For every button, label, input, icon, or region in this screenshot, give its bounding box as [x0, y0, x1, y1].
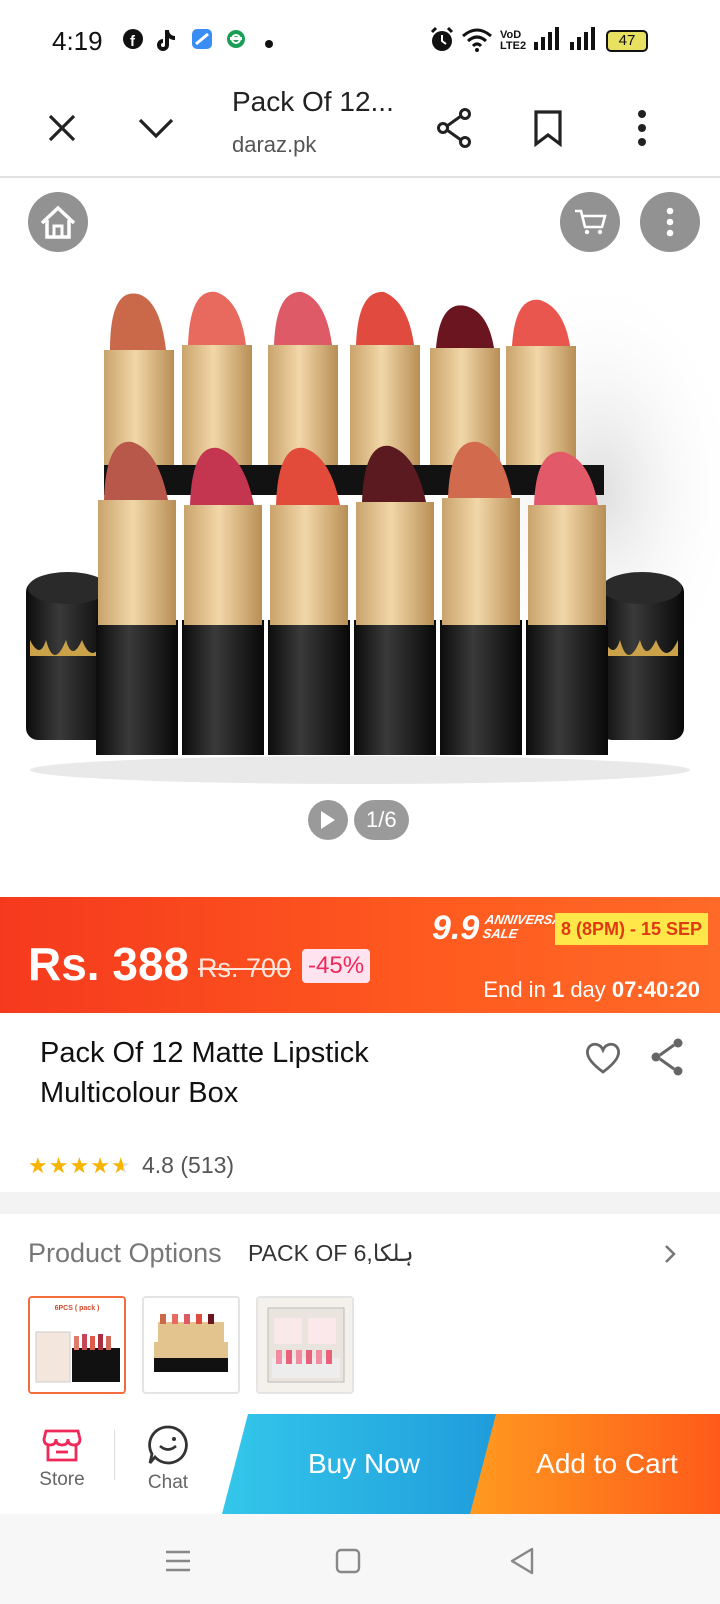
share-button[interactable]	[424, 98, 484, 158]
chat-label: Chat	[147, 1472, 189, 1493]
system-nav-bar	[0, 1514, 720, 1604]
buy-now-label: Buy Now	[307, 1448, 421, 1479]
chevron-down-icon	[138, 118, 174, 139]
countdown: End in 1 day 07:40:20	[483, 977, 700, 1003]
original-price: Rs. 700	[198, 953, 292, 983]
edge-icon	[225, 26, 247, 57]
bookmark-icon	[534, 110, 562, 147]
clock: 4:19	[52, 26, 103, 56]
discount-badge: -45%	[302, 949, 371, 983]
collapse-button[interactable]	[126, 98, 186, 158]
play-video-button[interactable]	[308, 800, 348, 840]
add-to-cart-button[interactable]: Add to Cart	[470, 1414, 720, 1514]
option-thumb-1[interactable]: 6PCS ( pack )	[28, 1296, 126, 1394]
browser-icon	[190, 26, 214, 57]
square-icon	[335, 1548, 361, 1574]
menu-icon	[166, 1550, 190, 1572]
selected-option: PACK OF 6,ہلکا	[248, 1240, 414, 1266]
product-name: Pack Of 12 Matte Lipstick Multicolour Bo…	[40, 1037, 369, 1109]
notification-dot-icon	[265, 35, 273, 53]
wifi-icon	[461, 26, 493, 59]
sale-dates: 8 (8PM) - 15 SEP	[555, 913, 709, 945]
rating-text[interactable]: 4.8 (513)	[142, 1152, 234, 1179]
option-thumb-3-image	[258, 1298, 352, 1392]
facebook-icon: f	[122, 26, 144, 57]
current-price: Rs. 388	[28, 938, 190, 990]
buy-now-button[interactable]: Buy Now	[222, 1414, 506, 1514]
option-thumb-2[interactable]	[142, 1296, 240, 1394]
countdown-time: 07:40:20	[611, 977, 700, 1002]
battery-icon: 47	[606, 30, 648, 52]
rating-stars: ★ ★ ★ ★ ★	[28, 1153, 131, 1179]
option-thumb-1-text: 6PCS ( pack )	[55, 1305, 100, 1312]
star-icon: ★	[28, 1153, 48, 1178]
gallery-more-button[interactable]	[640, 192, 700, 252]
share-icon	[437, 108, 471, 148]
browser-toolbar: Pack Of 12... daraz.pk	[0, 80, 720, 178]
product-share-button[interactable]	[648, 1037, 686, 1082]
signal-1-icon	[532, 26, 562, 57]
chat-icon	[148, 1425, 188, 1465]
section-divider	[0, 1192, 720, 1214]
star-half-icon: ★	[110, 1153, 131, 1178]
tiktok-icon	[156, 26, 178, 57]
more-vertical-icon	[638, 110, 646, 146]
home-icon	[40, 205, 76, 239]
add-to-cart-label: Add to Cart	[536, 1448, 678, 1479]
home-nav-button[interactable]	[323, 1536, 373, 1586]
signal-2-icon	[568, 26, 598, 57]
cart-button[interactable]	[560, 192, 620, 252]
action-bar: Store Chat Buy Now Add to Cart	[0, 1404, 720, 1514]
store-icon	[42, 1429, 82, 1462]
back-nav-button[interactable]	[497, 1536, 547, 1586]
more-menu-button[interactable]	[612, 98, 672, 158]
countdown-days: 1	[551, 977, 565, 1002]
home-button[interactable]	[28, 192, 88, 252]
star-icon: ★	[90, 1153, 110, 1178]
play-icon	[321, 811, 335, 829]
price-banner: Rs. 388 Rs. 700 -45% 9.9 ANNIVERSARY SALE…	[0, 897, 720, 1013]
countdown-prefix: End in	[483, 977, 546, 1002]
heart-icon	[585, 1042, 621, 1074]
alarm-icon	[430, 26, 454, 59]
product-info: Pack Of 12 Matte Lipstick Multicolour Bo…	[0, 1013, 720, 1191]
recent-apps-button[interactable]	[153, 1536, 203, 1586]
action-divider	[114, 1430, 115, 1480]
page-domain: daraz.pk	[232, 132, 317, 157]
page-title: Pack Of 12...	[232, 86, 394, 117]
chevron-right-icon	[665, 1245, 676, 1263]
option-thumb-3[interactable]	[256, 1296, 354, 1394]
back-triangle-icon	[510, 1547, 534, 1575]
product-options[interactable]: Product Options PACK OF 6,ہلکا 6PCS ( pa…	[0, 1214, 720, 1404]
product-gallery[interactable]: 1/6	[0, 180, 720, 898]
product-image	[26, 270, 720, 784]
sale-word-line2: SALE	[481, 926, 519, 941]
close-icon	[48, 114, 76, 142]
image-index: 1/6	[354, 800, 409, 840]
wishlist-button[interactable]	[584, 1041, 622, 1080]
more-vertical-icon	[666, 207, 674, 237]
options-label: Product Options	[28, 1238, 222, 1268]
gallery-counter: 1/6	[308, 800, 409, 840]
sale-number: 9.9	[432, 909, 480, 947]
store-button[interactable]: Store	[30, 1404, 94, 1514]
status-bar: 4:19 f VoD LTE2 47	[0, 0, 720, 80]
battery-level: 47	[606, 30, 648, 52]
share-icon	[651, 1038, 683, 1076]
chat-button[interactable]: Chat	[136, 1404, 200, 1514]
option-thumb-2-image	[144, 1298, 238, 1392]
star-icon: ★	[69, 1153, 90, 1178]
cart-icon	[575, 209, 607, 235]
option-thumb-1-image: 6PCS ( pack )	[30, 1298, 124, 1392]
bookmark-button[interactable]	[518, 98, 578, 158]
store-label: Store	[39, 1469, 85, 1490]
countdown-day-word: day	[570, 977, 606, 1002]
close-button[interactable]	[32, 98, 92, 158]
star-icon: ★	[48, 1153, 69, 1178]
volte-label: VoD LTE2	[500, 29, 527, 52]
